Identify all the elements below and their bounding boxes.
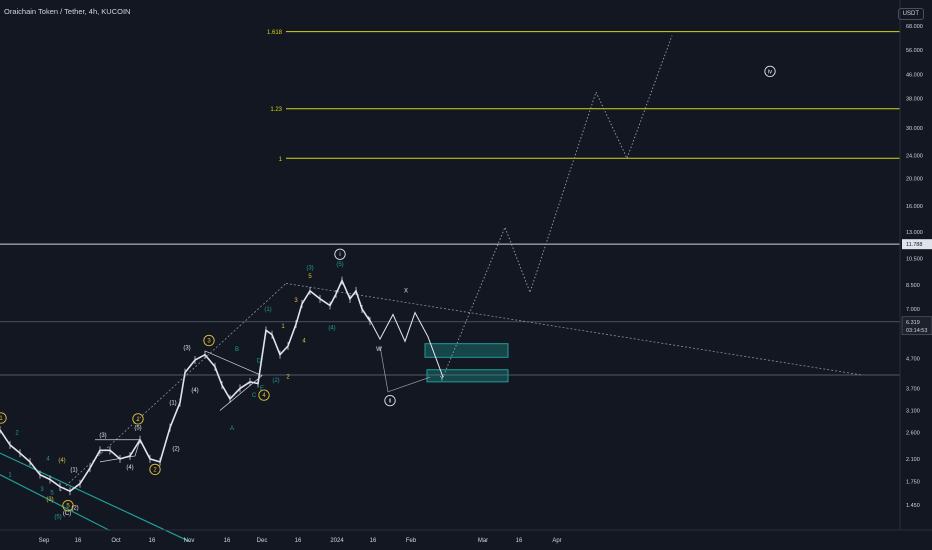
x-tick-label-0: Sep [39, 538, 50, 544]
triangle-2 [204, 350, 263, 411]
wave-label-0: i [339, 252, 340, 258]
price-label-0: 11.788 [906, 242, 922, 248]
wave-label-1: ii [389, 399, 392, 405]
chart-title: Oraichain Token / Tether, 4h, KUCOIN [4, 7, 131, 16]
wave-label-10: (2) [172, 446, 179, 452]
wave-label-20: 2 [286, 375, 290, 381]
x-tick-label-12: 16 [516, 538, 523, 544]
fib-label-3: 1 [279, 157, 283, 163]
wave-label-7: (3) [183, 346, 190, 352]
fib-label-2: 1.23 [270, 107, 282, 113]
x-tick-label-10: Feb [406, 538, 417, 544]
y-tick-label-1: 56.000 [906, 48, 923, 54]
price-countdown-1: 03:14:53 [906, 328, 927, 334]
wave-label-23: (4) [328, 325, 335, 331]
price-chart[interactable]: 1.751.6181.231iiiiiiivXWY(3)(4)(1)(2)(3)… [0, 0, 932, 550]
trendline-lower [285, 283, 863, 376]
price-label-1: 6.319 [906, 320, 920, 326]
wave-label-14: (5) [134, 425, 141, 431]
y-tick-label-11: 7.000 [906, 307, 920, 313]
wave-label-3: iv [768, 69, 772, 75]
wave-label-5: W [376, 347, 382, 353]
y-tick-label-10: 8.500 [906, 283, 920, 289]
wave-label-30: 2 [153, 467, 157, 473]
wave-label-32: (4) [58, 458, 65, 464]
wave-label-45: E [260, 386, 264, 392]
y-tick-label-4: 30.000 [906, 126, 923, 132]
x-tick-label-2: Oct [111, 538, 121, 544]
wave-label-36: 1 [8, 473, 12, 479]
wave-label-22: (3) [306, 266, 313, 272]
wave-label-25: (2) [272, 378, 279, 384]
wave-label-41: B [235, 347, 239, 353]
y-tick-label-2: 46.000 [906, 73, 923, 79]
wave-label-39: 5 [50, 490, 54, 496]
projection-path [367, 35, 673, 379]
x-tick-label-11: Mar [478, 538, 488, 544]
y-tick-label-9: 10.500 [906, 257, 923, 263]
price-axis-bg [900, 0, 932, 550]
wave-label-18: 4 [302, 339, 306, 345]
x-tick-label-13: Apr [552, 538, 561, 544]
x-tick-label-5: 16 [224, 538, 231, 544]
wave-label-9: (1) [169, 401, 176, 407]
y-tick-label-5: 24.000 [906, 154, 923, 160]
y-tick-label-17: 2.100 [906, 457, 920, 463]
x-tick-label-9: 16 [370, 538, 377, 544]
x-tick-label-4: Nov [184, 538, 195, 544]
wave-label-21: 5 [308, 274, 312, 280]
wave-label-11: (3) [99, 433, 106, 439]
y-tick-label-15: 3.100 [906, 408, 920, 414]
wave-label-28: 4 [262, 393, 266, 399]
y-tick-label-7: 16.000 [906, 204, 923, 210]
wave-label-24: (1) [264, 307, 271, 313]
y-tick-label-16: 2.600 [906, 430, 920, 436]
wave-label-16: (C) [63, 511, 71, 517]
wave-label-37: 3 [40, 487, 44, 493]
wave-label-33: 5 [66, 504, 70, 510]
y-tick-label-3: 38.000 [906, 96, 923, 102]
wave-label-42: A [230, 426, 234, 432]
wave-label-4: X [404, 288, 408, 294]
wave-label-27: 3 [207, 339, 211, 345]
wave-label-6: Y [440, 376, 444, 382]
y-tick-label-13: 4.700 [906, 357, 920, 363]
wave-label-44: D [257, 359, 262, 365]
x-tick-label-6: Dec [257, 538, 268, 544]
x-tick-label-7: 16 [295, 538, 302, 544]
price-line [0, 278, 371, 493]
channel-line-upper [0, 452, 191, 543]
wave-label-12: (1) [70, 467, 77, 473]
x-tick-label-1: 16 [75, 538, 82, 544]
wave-label-13: (4) [126, 465, 133, 471]
y-tick-label-6: 20.000 [906, 176, 923, 182]
wave-label-38: 4 [46, 457, 50, 463]
wave-label-40: (5) [54, 515, 61, 521]
wave-label-8: (4) [191, 388, 198, 394]
wave-label-17: 3 [294, 298, 298, 304]
projection-ii-leg [379, 345, 431, 393]
x-tick-label-3: 16 [149, 538, 156, 544]
x-tick-label-8: 2024 [330, 538, 344, 544]
wave-label-31: (3) [46, 497, 53, 503]
currency-badge[interactable]: USDT [897, 8, 924, 20]
y-tick-label-0: 68.000 [906, 24, 923, 30]
wave-label-35: 2 [15, 431, 19, 437]
y-tick-label-19: 1.450 [906, 503, 920, 509]
y-tick-label-14: 3.700 [906, 386, 920, 392]
y-tick-label-8: 13.000 [906, 230, 923, 236]
wave-label-26: (5) [336, 262, 343, 268]
wave-label-43: C [252, 393, 257, 399]
wave-label-19: 1 [281, 324, 285, 330]
wave-label-34: 1 [0, 416, 3, 422]
y-tick-label-18: 1.750 [906, 480, 920, 486]
fib-label-1: 1.618 [267, 30, 283, 36]
target-zone-0 [424, 343, 509, 358]
